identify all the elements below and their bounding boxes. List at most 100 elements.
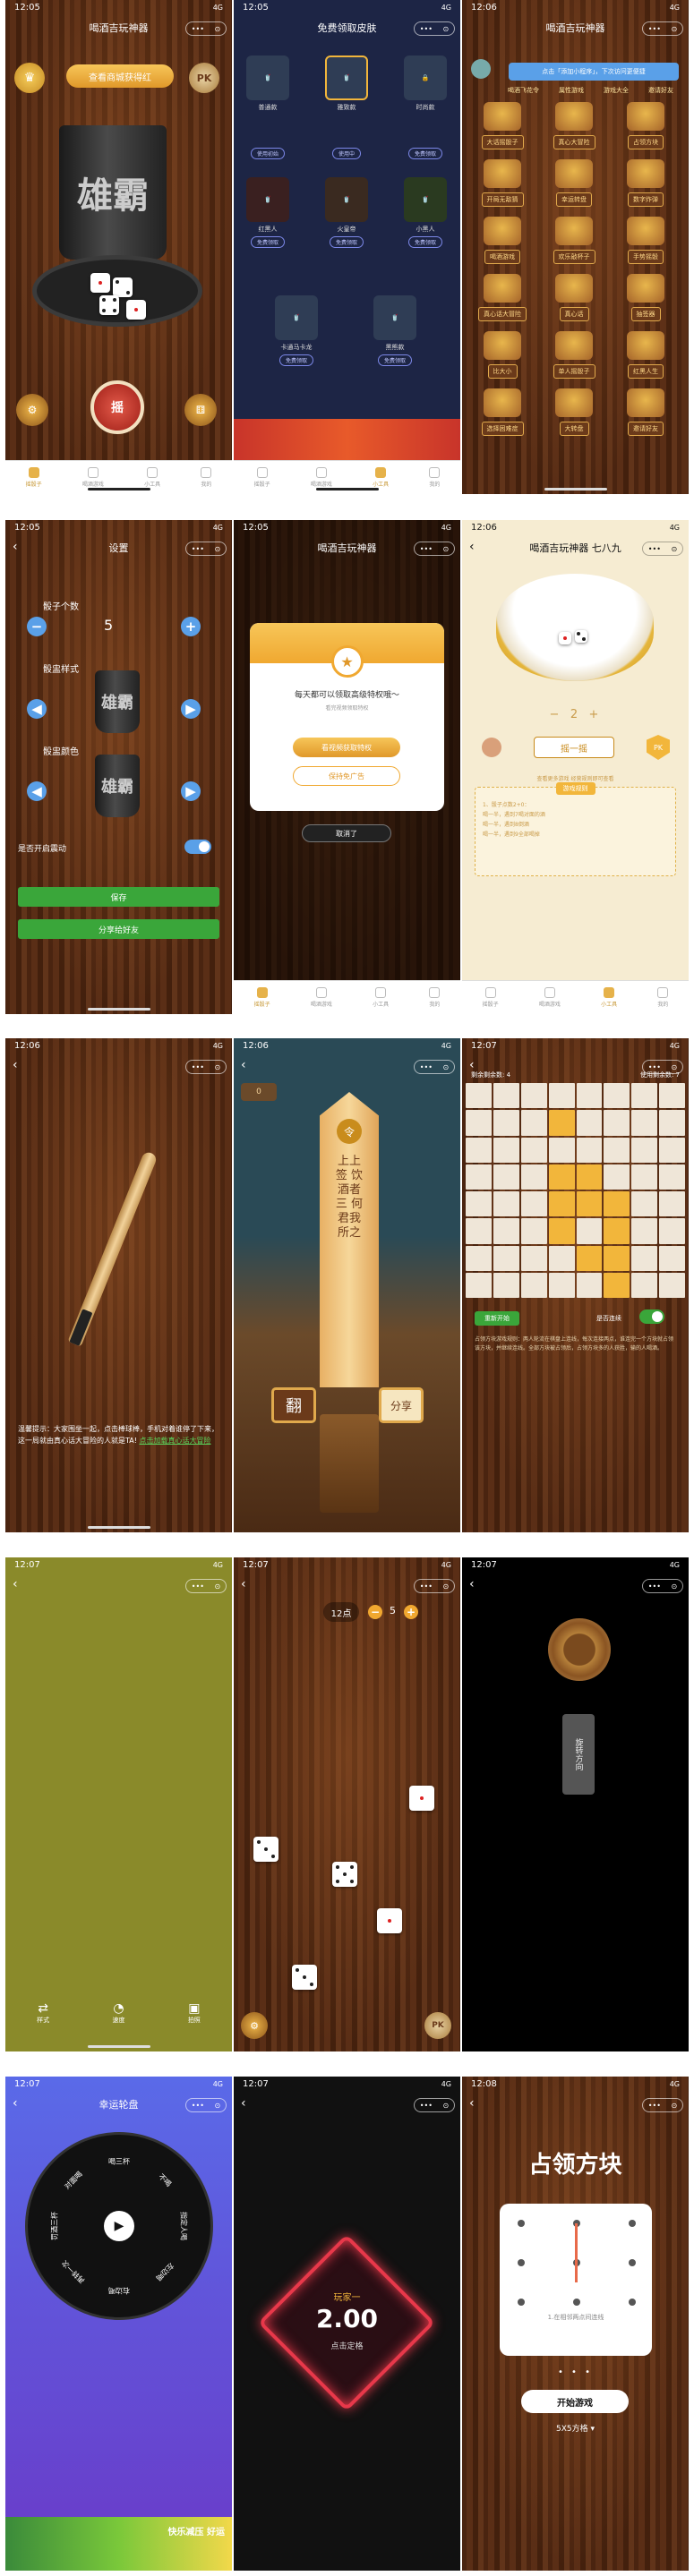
tab-mine[interactable]: 我的 [201,467,211,488]
board-cell[interactable] [548,1137,575,1163]
board-cell[interactable] [520,1272,547,1298]
skin-action[interactable]: 免费领取 [278,354,313,366]
board-cell[interactable] [631,1245,658,1271]
minus-button[interactable]: − [368,1605,382,1619]
board-cell[interactable] [659,1110,685,1136]
board-cell[interactable] [548,1083,575,1109]
tab-tools[interactable]: 小工具 [601,987,617,1008]
board-cell[interactable] [604,1110,630,1136]
skin-action[interactable]: 免费领取 [329,236,364,248]
crown-icon[interactable]: ♛ [14,63,45,93]
continuous-toggle[interactable] [639,1309,664,1324]
board-cell[interactable] [466,1272,492,1298]
board-cell[interactable] [493,1272,519,1298]
board-cell[interactable] [493,1110,519,1136]
header-tab[interactable]: 游戏大全 [604,86,629,95]
game-item[interactable]: 单人摇骰子 [541,331,607,380]
board-cell[interactable] [604,1191,630,1217]
board-cell[interactable] [493,1164,519,1190]
tab-games[interactable]: 喝酒游戏 [311,987,332,1008]
board-cell[interactable] [604,1083,630,1109]
board-cell[interactable] [576,1272,603,1298]
skin-card[interactable]: 🥤 黑熊款 免费领取 [368,295,422,366]
shake-button[interactable]: 摇一摇 [534,737,614,758]
skin-action[interactable]: 免费领取 [250,236,285,248]
board-cell[interactable] [659,1272,685,1298]
shop-button[interactable]: 查看商城获得红 [66,64,174,88]
back-arrow-icon[interactable]: ‹ [13,1577,18,1591]
capsule-menu[interactable]: ••• ⊙ [414,1060,455,1074]
skin-action[interactable]: 免费领取 [377,354,412,366]
back-arrow-icon[interactable]: ‹ [469,540,475,554]
watch-video-button[interactable]: 看视频获取特权 [293,738,400,757]
size-select[interactable]: 5X5方格 ▾ [462,2422,689,2434]
camera-tool[interactable]: ▣ 拍照 [188,2001,201,2025]
board-cell[interactable] [576,1110,603,1136]
pk-button[interactable]: PK [424,2012,451,2039]
board-cell[interactable] [548,1110,575,1136]
settings-gear-icon[interactable]: ⚙ [241,2012,268,2039]
game-item[interactable]: 真心话 [541,274,607,322]
tab-tools[interactable]: 小工具 [373,467,389,488]
board-cell[interactable] [576,1137,603,1163]
skin-card[interactable]: 🥤 普通款 [241,55,295,112]
prev-color-button[interactable]: ◀ [27,781,47,801]
board-cell[interactable] [576,1191,603,1217]
board-cell[interactable] [493,1137,519,1163]
board-cell[interactable] [520,1218,547,1244]
game-item[interactable]: 大话摇骰子 [469,102,535,150]
start-game-button[interactable]: 开始游戏 [521,2390,629,2413]
board-cell[interactable] [548,1218,575,1244]
back-arrow-icon[interactable]: ‹ [241,1058,246,1072]
prev-style-button[interactable]: ◀ [27,699,47,719]
tab-games[interactable]: 喝酒游戏 [311,467,332,488]
board-cell[interactable] [548,1272,575,1298]
header-tab[interactable]: 喝酒飞花令 [508,86,539,95]
game-item[interactable]: 喝酒游戏 [469,217,535,265]
settings-gear-icon[interactable]: ⚙ [16,394,48,426]
header-tab[interactable]: 属性游戏 [559,86,584,95]
skin-action[interactable]: 使用中 [331,148,361,159]
pk-shield-icon[interactable]: PK [647,735,670,760]
spin-direction-label[interactable]: 旋转方向 [562,1714,595,1795]
game-item[interactable]: 选择困难症 [469,388,535,437]
tab-games[interactable]: 喝酒游戏 [82,467,104,488]
add-miniapp-tooltip[interactable]: 点击「添加小程序」，下次访问更便捷 [509,63,679,81]
board-cell[interactable] [548,1245,575,1271]
board-cell[interactable] [466,1164,492,1190]
tab-dice[interactable]: 摇骰子 [254,467,270,488]
capsule-menu[interactable]: ••• ⊙ [414,2098,455,2112]
flip-button[interactable]: 翻 [271,1387,316,1423]
tab-mine[interactable]: 我的 [657,987,668,1008]
game-item[interactable]: 手势摇骰 [613,217,679,265]
skin-card[interactable]: 🥤 红黑人 免费领取 [241,177,295,248]
play-icon[interactable]: ▶ [104,2211,134,2241]
board-cell[interactable] [466,1137,492,1163]
skin-action[interactable]: 使用初始 [250,148,285,159]
board-cell[interactable] [659,1083,685,1109]
capsule-menu[interactable]: ••• ⊙ [185,542,227,556]
capsule-menu[interactable]: ••• ⊙ [414,542,455,556]
game-item[interactable]: 比大小 [469,331,535,380]
next-color-button[interactable]: ▶ [181,781,201,801]
capsule-menu[interactable]: ••• ⊙ [642,2098,683,2112]
board-cell[interactable] [631,1218,658,1244]
tab-games[interactable]: 喝酒游戏 [539,987,561,1008]
tab-dice[interactable]: 摇骰子 [483,987,499,1008]
board-cell[interactable] [520,1137,547,1163]
board-cell[interactable] [520,1245,547,1271]
board-cell[interactable] [604,1245,630,1271]
game-item[interactable]: 邀请好友 [613,388,679,437]
capsule-menu[interactable]: ••• ⊙ [185,2098,227,2112]
back-arrow-icon[interactable]: ‹ [241,2096,246,2111]
back-arrow-icon[interactable]: ‹ [13,2096,18,2111]
back-arrow-icon[interactable]: ‹ [469,2096,475,2111]
promo-banner[interactable] [234,419,460,460]
board-cell[interactable] [659,1137,685,1163]
game-item[interactable]: 数字炸弹 [613,159,679,208]
board-cell[interactable] [631,1164,658,1190]
skin-action[interactable]: 免费领取 [407,148,442,159]
board-cell[interactable] [659,1164,685,1190]
board-cell[interactable] [631,1137,658,1163]
dice-cup[interactable]: 雄霸 [59,125,167,260]
